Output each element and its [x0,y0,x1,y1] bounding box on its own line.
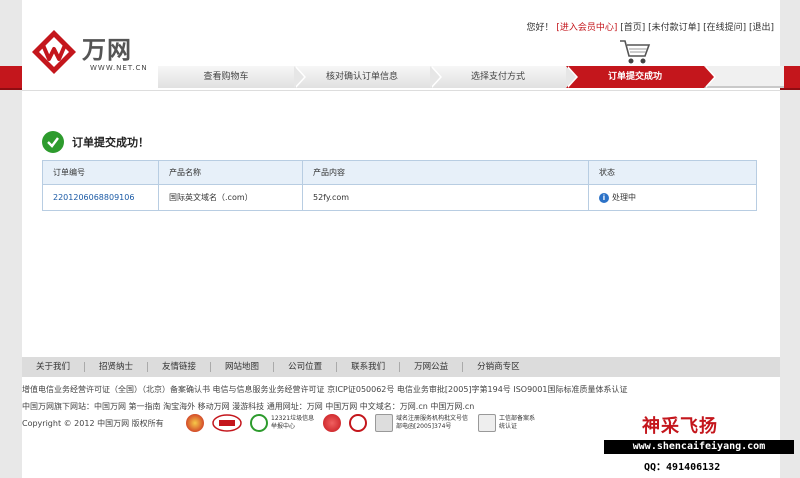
registrar-icon [375,414,393,432]
footer-license-line: 增值电信业务经营许可证（全国）（北京）备案确认书 电信与信息服务业务经营许可证 … [22,385,628,394]
miit-icon [478,414,496,432]
domain-registrar-badge[interactable]: 域名注册服务机构批文号信部电函[2005]374号 [375,414,470,432]
header-red-bar-left [0,66,22,90]
footer-link-sitemap[interactable]: 网站地图 [211,362,275,372]
info-icon: i [599,192,609,203]
step-label: 订单提交成功 [607,72,662,82]
verified-seal-icon [212,414,242,432]
product-content-cell: 52fy.com [302,184,589,211]
footer-nav: 关于我们 招贤纳士 友情链接 网站地图 公司位置 联系我们 万网公益 分销商专区 [22,357,780,377]
member-center-link[interactable]: [进入会员中心] [556,23,617,33]
report-center-icon [250,414,268,432]
greeting-text: 您好！ [526,23,554,33]
table-row: 2201206068809106 国际英文域名（.com） 52fy.com i… [42,184,757,211]
order-table: 订单编号 产品名称 产品内容 状态 2201206068809106 国际英文域… [42,160,757,211]
column-header: 产品内容 [302,160,589,185]
footer-link-reseller[interactable]: 分销商专区 [463,362,534,372]
seal-badge[interactable] [349,414,367,432]
verified-badge[interactable] [212,414,242,432]
footer-link-friends[interactable]: 友情链接 [148,362,212,372]
footer-link-jobs[interactable]: 招贤纳士 [85,362,149,372]
watermark-title: 神采飞扬 [642,416,718,437]
step-label: 查看购物车 [203,72,249,82]
table-header-row: 订单编号 产品名称 产品内容 状态 [42,160,757,185]
step-label: 选择支付方式 [470,72,525,82]
footer-copyright: Copyright © 2012 中国万网 版权所有 [22,419,164,428]
watermark-qq: QQ：491406132 [644,462,721,473]
seal-icon [349,414,367,432]
trust-shield-icon [323,414,341,432]
status-cell: i 处理中 [588,184,757,211]
report-center-badge[interactable]: 12321垃圾信息举报中心 [250,414,315,432]
trust-badge[interactable] [323,414,341,432]
step-confirm-order: 核对确认订单信息 [294,66,442,88]
brand-name: 万网 [82,35,132,64]
wanwang-logo-icon [32,30,76,74]
watermark-url: www.shencaifeiyang.com [604,440,794,454]
badge-label: 域名注册服务机构批文号信部电函[2005]374号 [396,415,469,430]
order-id-link[interactable]: 2201206068809106 [42,184,159,211]
checkout-steps: 查看购物车 核对确认订单信息 选择支付方式 订单提交成功 [158,66,784,88]
success-title: 订单提交成功！ [72,136,149,149]
footer-link-about[interactable]: 关于我们 [22,362,86,372]
column-header: 状态 [588,160,757,185]
step-view-cart: 查看购物车 [158,66,306,88]
online-question-link[interactable]: [在线提问] [703,23,746,33]
product-name-cell: 国际英文域名（.com） [158,184,303,211]
footer-link-contact[interactable]: 联系我们 [337,362,401,372]
footer-link-charity[interactable]: 万网公益 [400,362,464,372]
watermark: 神采飞扬 www.shencaifeiyang.com QQ：491406132 [598,408,798,474]
certification-badges: 12321垃圾信息举报中心 域名注册服务机构批文号信部电函[2005]374号 … [186,414,539,432]
step-order-submitted: 订单提交成功 [566,66,716,88]
top-links: 您好！ [进入会员中心] [首页] [未付款订单] [在线提问] [退出] [526,20,774,33]
police-badge[interactable] [186,414,204,432]
shopping-cart-icon [620,40,651,64]
success-message: 订单提交成功！ [42,130,149,154]
home-link[interactable]: [首页] [620,23,645,33]
column-header: 订单编号 [42,160,159,185]
unpaid-orders-link[interactable]: [未付款订单] [648,23,700,33]
header-divider [22,90,780,91]
check-icon [42,131,64,153]
status-text: 处理中 [612,193,636,202]
badge-label: 12321垃圾信息举报中心 [271,415,315,430]
site-logo[interactable]: 万网 WWW.NET.CN [30,24,160,80]
step-choose-payment: 选择支付方式 [430,66,578,88]
badge-label: 工信部备案系统认证 [499,415,536,430]
brand-domain: WWW.NET.CN [90,64,148,72]
footer-link-location[interactable]: 公司位置 [274,362,338,372]
police-emblem-icon [186,414,204,432]
miit-badge[interactable]: 工信部备案系统认证 [478,414,539,432]
logout-link[interactable]: [退出] [749,23,774,33]
footer-sites-line: 中国万网旗下网站：中国万网 第一指南 淘宝海外 移动万网 漫游科技 通用网址：万… [22,402,475,411]
column-header: 产品名称 [158,160,303,185]
step-label: 核对确认订单信息 [325,72,398,82]
